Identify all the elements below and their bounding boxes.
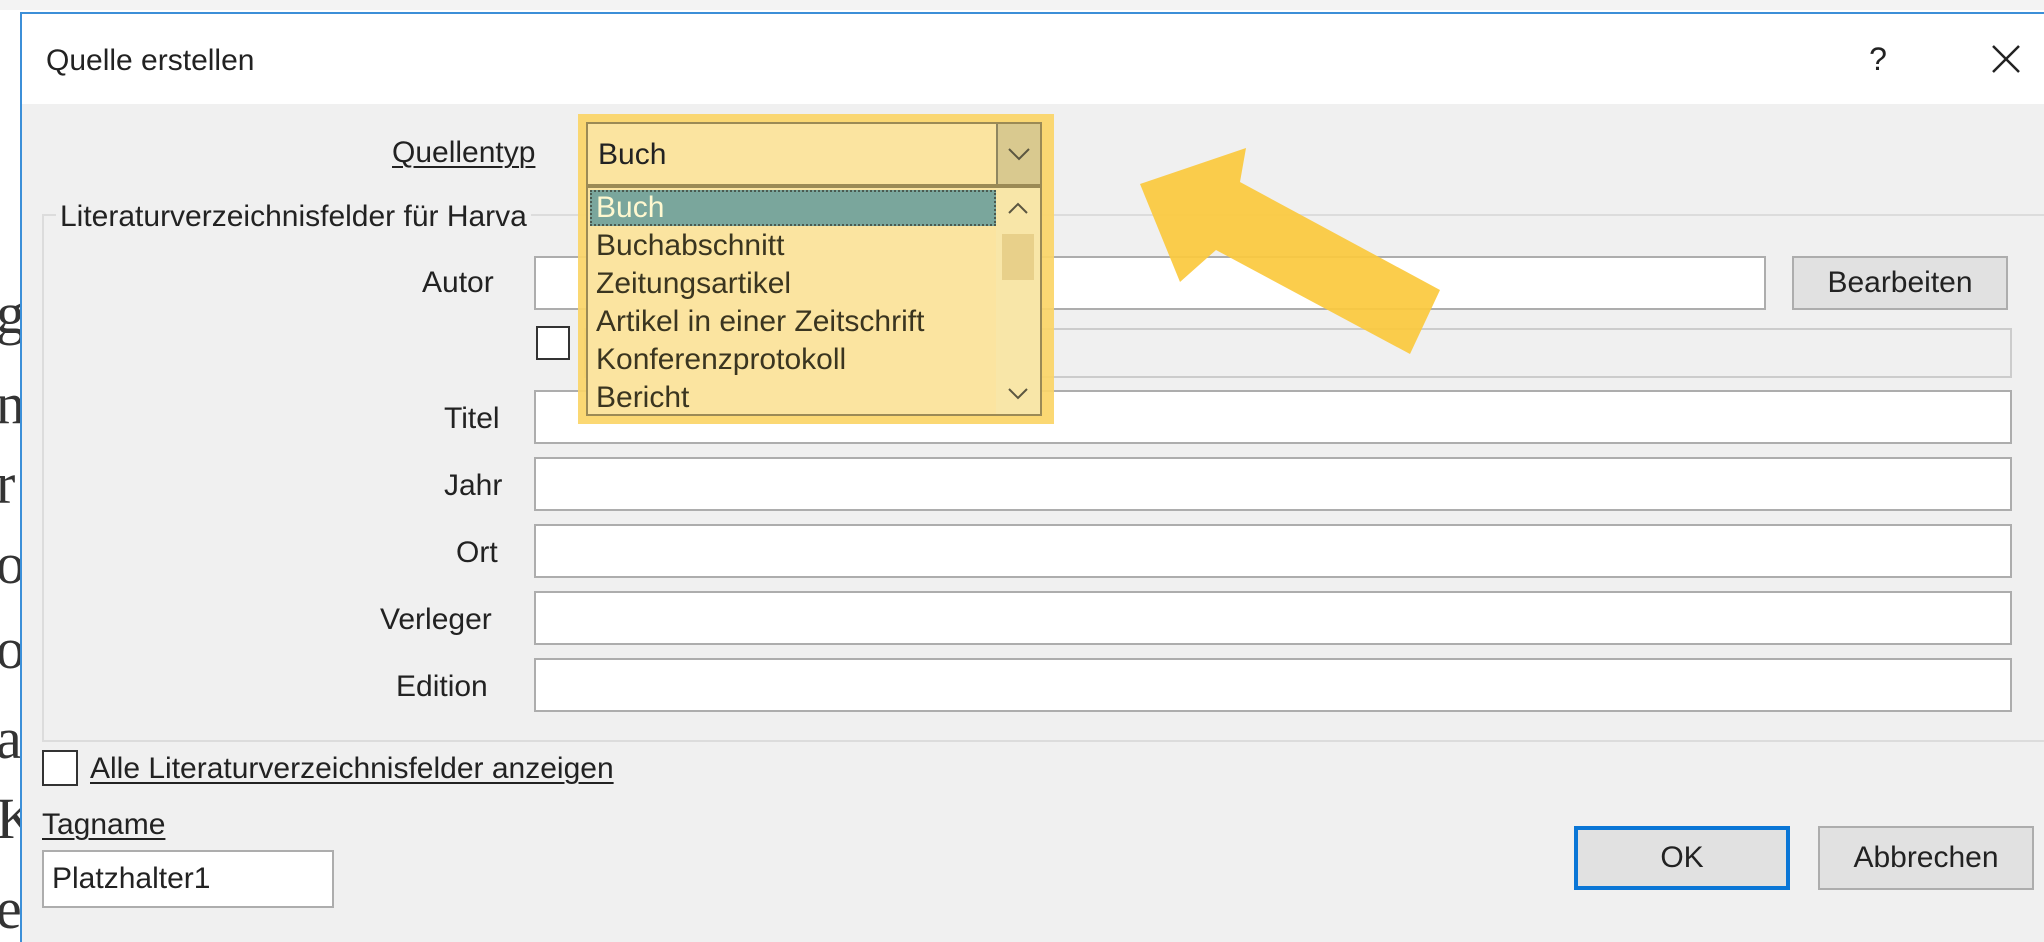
tag-name-input[interactable] <box>42 850 334 908</box>
cancel-button[interactable]: Abbrechen <box>1818 826 2034 890</box>
annotation-arrow-icon <box>1140 148 1440 354</box>
edit-author-button[interactable]: Bearbeiten <box>1792 256 2008 310</box>
chevron-up-icon <box>1008 202 1028 214</box>
city-field[interactable] <box>534 524 2012 578</box>
dropdown-scrollbar[interactable] <box>996 188 1040 414</box>
author-label: Autor <box>422 266 494 299</box>
source-type-label: Quellentyp <box>392 136 536 169</box>
background-letter: e <box>0 876 22 941</box>
dropdown-option-report[interactable]: Bericht <box>590 380 996 416</box>
title-label: Titel <box>444 402 500 435</box>
show-all-fields-label-text: Alle Literaturverzeichnisfelder anzeigen <box>90 752 614 785</box>
background-toolbar-strip <box>0 0 2044 10</box>
source-type-dropdown-list: Buch Buchabschnitt Zeitungsartikel Artik… <box>586 186 1042 416</box>
scroll-up-button[interactable] <box>996 188 1040 228</box>
year-field[interactable] <box>534 457 2012 511</box>
ok-button[interactable]: OK <box>1574 826 1790 890</box>
dropdown-option-journal-article[interactable]: Artikel in einer Zeitschrift <box>590 304 996 340</box>
year-label: Jahr <box>444 469 503 502</box>
close-icon <box>1992 45 2020 73</box>
chevron-down-icon <box>1008 148 1030 161</box>
publisher-field[interactable] <box>534 591 2012 645</box>
scroll-down-button[interactable] <box>996 374 1040 414</box>
dialog-titlebar: Quelle erstellen ? <box>22 14 2044 104</box>
dropdown-option-newspaper-article[interactable]: Zeitungsartikel <box>590 266 996 302</box>
bibliography-fields-group-title: Literaturverzeichnisfelder für Harva <box>56 200 531 234</box>
edition-label: Edition <box>396 670 488 703</box>
source-type-combobox[interactable]: Buch <box>586 122 1042 186</box>
city-label: Ort <box>456 536 498 569</box>
dropdown-option-conference-proceedings[interactable]: Konferenzprotokoll <box>590 342 996 378</box>
source-type-value: Buch <box>598 138 667 171</box>
background-letter: r <box>0 451 16 516</box>
scrollbar-thumb[interactable] <box>1002 234 1034 280</box>
tag-name-label: Tagname <box>42 808 166 841</box>
background-letter: a <box>0 706 22 771</box>
show-all-fields-checkbox[interactable] <box>42 750 78 786</box>
dialog-title: Quelle erstellen <box>46 44 255 77</box>
show-all-fields-label[interactable]: Alle Literaturverzeichnisfelder anzeigen <box>90 752 614 786</box>
combobox-dropdown-button[interactable] <box>996 124 1040 184</box>
help-button[interactable]: ? <box>1848 36 1908 82</box>
close-button[interactable] <box>1976 36 2036 82</box>
chevron-down-icon <box>1008 388 1028 400</box>
edition-field[interactable] <box>534 658 2012 712</box>
corporate-author-checkbox[interactable] <box>536 326 570 360</box>
publisher-label: Verleger <box>380 603 492 636</box>
dropdown-option-book[interactable]: Buch <box>590 190 996 226</box>
dropdown-option-book-section[interactable]: Buchabschnitt <box>590 228 996 264</box>
